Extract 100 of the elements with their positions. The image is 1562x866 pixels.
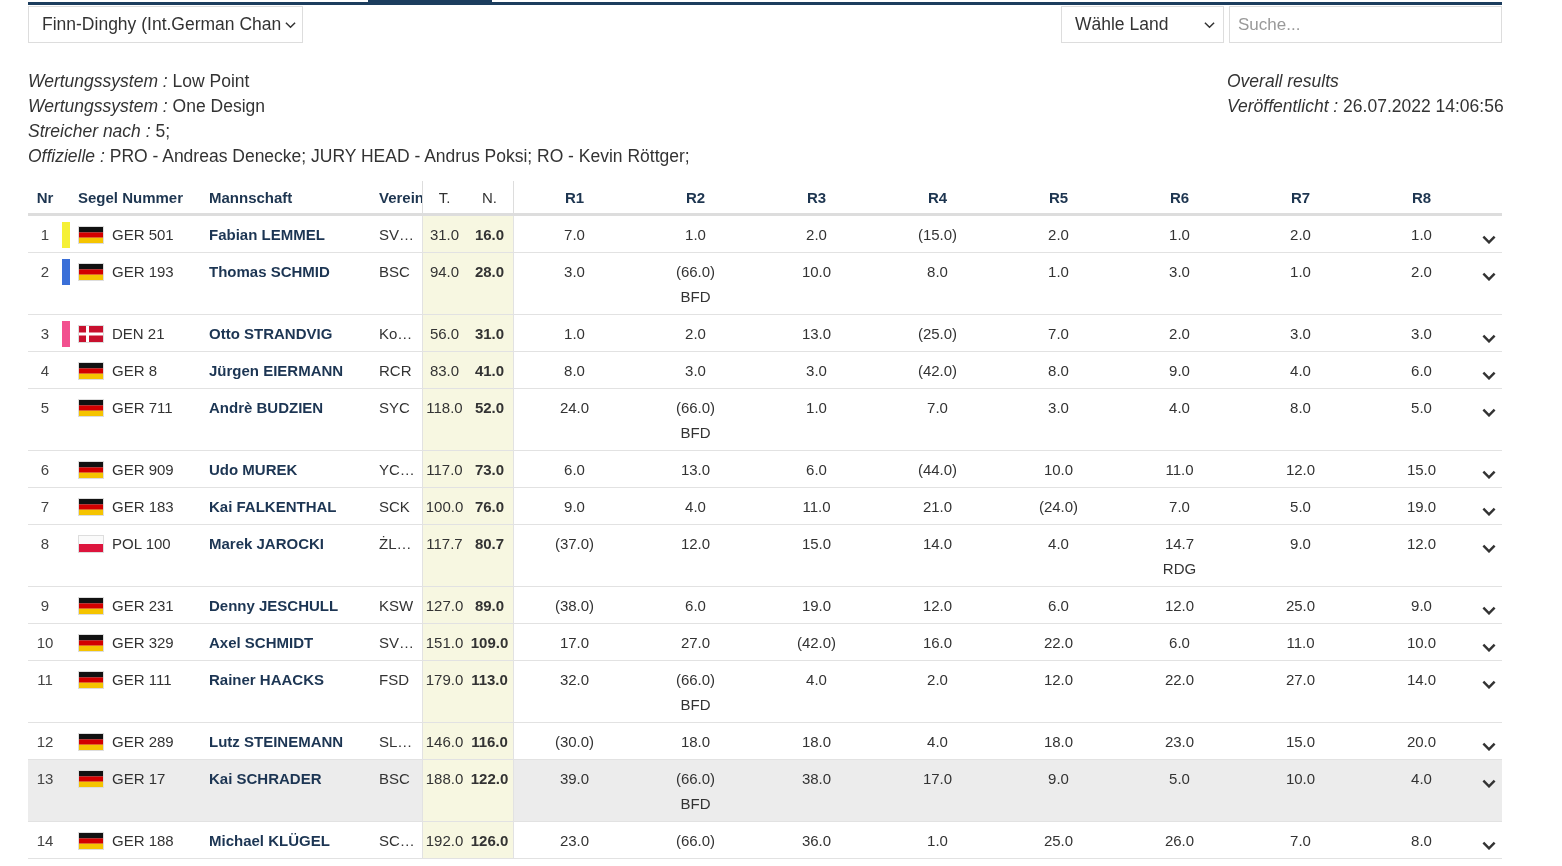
sailor-name[interactable]: Udo MUREK [209,461,298,478]
race-score: 17.0 [922,770,953,787]
net-score: 52.0 [474,399,505,416]
race-score: 19.0 [1406,498,1437,515]
race-score: 21.0 [922,498,953,515]
race-score: 10.0 [1043,461,1074,478]
sailor-name[interactable]: Andrè BUDZIEN [209,399,324,416]
club-name: KSW [379,597,414,614]
race-score: 6.0 [564,461,585,478]
sailor-name[interactable]: Kai SCHRADER [209,770,322,787]
column-header: R7 [1289,188,1312,206]
total-score: 127.0 [425,597,464,614]
expand-icon[interactable] [1482,272,1496,281]
race-score: 3.0 [1048,399,1069,416]
race-score: 7.0 [1290,832,1311,849]
net-score: 73.0 [474,461,505,478]
sailor-name[interactable]: Otto STRANDVIG [209,325,333,342]
expand-icon[interactable] [1482,334,1496,343]
race-score: (44.0) [917,461,958,478]
total-score: 118.0 [426,399,463,416]
race-score: 15.0 [801,535,832,552]
search-field[interactable]: Suche... [1229,6,1502,43]
expand-icon[interactable] [1482,235,1496,244]
flag-icon [78,770,104,788]
race-score: 20.0 [1406,733,1437,750]
expand-icon[interactable] [1482,408,1496,417]
result-row[interactable]: 7 GER 183 Kai FALKENTHAL SCK 100.0 76.0 9.0 4.0 11.0 21.0 (24.0) 7.0 5.0 19.0 [28,488,1502,525]
expand-icon[interactable] [1482,544,1496,553]
result-row[interactable]: 5 GER 711 Andrè BUDZIEN SYC 118.0 52.0 24.0 (66.0) BFD 1.0 7.0 3.0 4.0 8.0 5.0 [28,389,1502,451]
race-score: 4.0 [1290,362,1311,379]
race-score: 38.0 [801,770,832,787]
expand-icon[interactable] [1482,371,1496,380]
expand-icon[interactable] [1482,680,1496,689]
race-score: 1.0 [1411,226,1432,243]
row-number: 2 [39,262,51,280]
result-row[interactable]: 8 POL 100 Marek JAROCKI ŻL… 117.7 80.7 (37.0) 12.0 15.0 14.0 4.0 14.7 RDG 9.0 12.0 [28,525,1502,587]
sailor-name[interactable]: Jürgen EIERMANN [209,362,344,379]
result-row[interactable]: 11 GER 111 Rainer HAACKS FSD 179.0 113.0 32.0 (66.0) BFD 4.0 2.0 12.0 22.0 27.0 14.0 [28,661,1502,723]
expand-icon[interactable] [1482,742,1496,751]
row-number: 11 [36,670,54,688]
race-score: 2.0 [1290,226,1311,243]
race-score: 9.0 [1048,770,1069,787]
expand-icon[interactable] [1482,606,1496,615]
race-score: (24.0) [1038,498,1079,515]
race-score: 5.0 [1290,498,1311,515]
race-score: 1.0 [685,226,706,243]
row-number: 6 [39,460,51,478]
net-score: 113.0 [471,671,508,688]
total-score: 94.0 [429,263,460,280]
race-score: 14.0 [922,535,953,552]
flag-icon [78,325,104,343]
column-header: R2 [684,188,707,206]
result-row[interactable]: 10 GER 329 Axel SCHMIDT SV… 151.0 109.0 17.0 27.0 (42.0) 16.0 22.0 6.0 11.0 10.0 [28,624,1502,661]
net-score: 126.0 [470,832,509,849]
result-row[interactable]: 4 GER 8 Jürgen EIERMANN RCR 83.0 41.0 8.0 3.0 3.0 (42.0) 8.0 9.0 4.0 6.0 [28,352,1502,389]
result-row[interactable]: 9 GER 231 Denny JESCHULL KSW 127.0 89.0 (38.0) 6.0 19.0 12.0 6.0 12.0 25.0 9.0 [28,587,1502,624]
expand-icon[interactable] [1482,470,1496,479]
race-score: 16.0 [922,634,953,651]
race-score: 22.0 [1164,671,1195,688]
flag-icon [78,535,104,553]
total-score: 151.0 [425,634,464,651]
sailor-name[interactable]: Rainer HAACKS [209,671,325,688]
column-header: Nr [35,188,55,206]
column-header: R3 [805,188,828,206]
country-dropdown[interactable]: Wähle Land [1061,6,1224,43]
expand-icon[interactable] [1482,841,1496,850]
race-score: 26.0 [1164,832,1195,849]
race-score: 4.0 [1048,535,1069,552]
expand-icon[interactable] [1482,507,1496,516]
race-score: 39.0 [559,770,590,787]
row-number: 8 [39,534,51,552]
race-score: (66.0) [675,399,716,416]
sailor-name[interactable]: Marek JAROCKI [209,535,325,552]
race-score: 15.0 [1285,733,1316,750]
result-row[interactable]: 13 GER 17 Kai SCHRADER BSC 188.0 122.0 39.0 (66.0) BFD 38.0 17.0 9.0 5.0 10.0 4.0 [28,760,1502,822]
net-score: 122.0 [470,770,509,787]
result-row[interactable]: 6 GER 909 Udo MUREK YC… 117.0 73.0 6.0 13.0 6.0 (44.0) 10.0 11.0 12.0 15.0 [28,451,1502,488]
race-score: 1.0 [1290,263,1311,280]
sailor-name[interactable]: Kai FALKENTHAL [209,498,337,515]
race-score: 6.0 [1048,597,1069,614]
sailor-name[interactable]: Axel SCHMIDT [209,634,314,651]
sailor-name[interactable]: Michael KLÜGEL [209,832,330,849]
race-score: 4.0 [1411,770,1432,787]
result-row[interactable]: 3 DEN 21 Otto STRANDVIG Ko… 56.0 31.0 1.0 2.0 13.0 (25.0) 7.0 2.0 3.0 3.0 [28,315,1502,352]
expand-icon[interactable] [1482,779,1496,788]
flag-icon [78,733,104,751]
row-number: 13 [35,769,55,787]
race-score: 10.0 [1406,634,1437,651]
sailor-name[interactable]: Fabian LEMMEL [209,226,325,243]
result-row[interactable]: 14 GER 188 Michael KLÜGEL SC… 192.0 126.0 23.0 (66.0) 36.0 1.0 25.0 26.0 7.0 8.0 [28,822,1502,859]
sailor-name[interactable]: Denny JESCHULL [209,597,339,614]
class-dropdown[interactable]: Finn-Dinghy (Int.German Chan [28,6,303,43]
race-score: (66.0) [675,770,716,787]
race-score: 11.0 [1165,461,1194,478]
sailor-name[interactable]: Lutz STEINEMANN [209,733,344,750]
result-row[interactable]: 2 GER 193 Thomas SCHMID BSC 94.0 28.0 3.0 (66.0) BFD 10.0 8.0 1.0 3.0 1.0 2.0 [28,253,1502,315]
expand-icon[interactable] [1482,643,1496,652]
sailor-name[interactable]: Thomas SCHMID [209,263,330,280]
result-row[interactable]: 1 GER 501 Fabian LEMMEL SV… 31.0 16.0 7.0 1.0 2.0 (15.0) 2.0 1.0 2.0 1.0 [28,216,1502,253]
race-code: RDG [1162,560,1197,577]
